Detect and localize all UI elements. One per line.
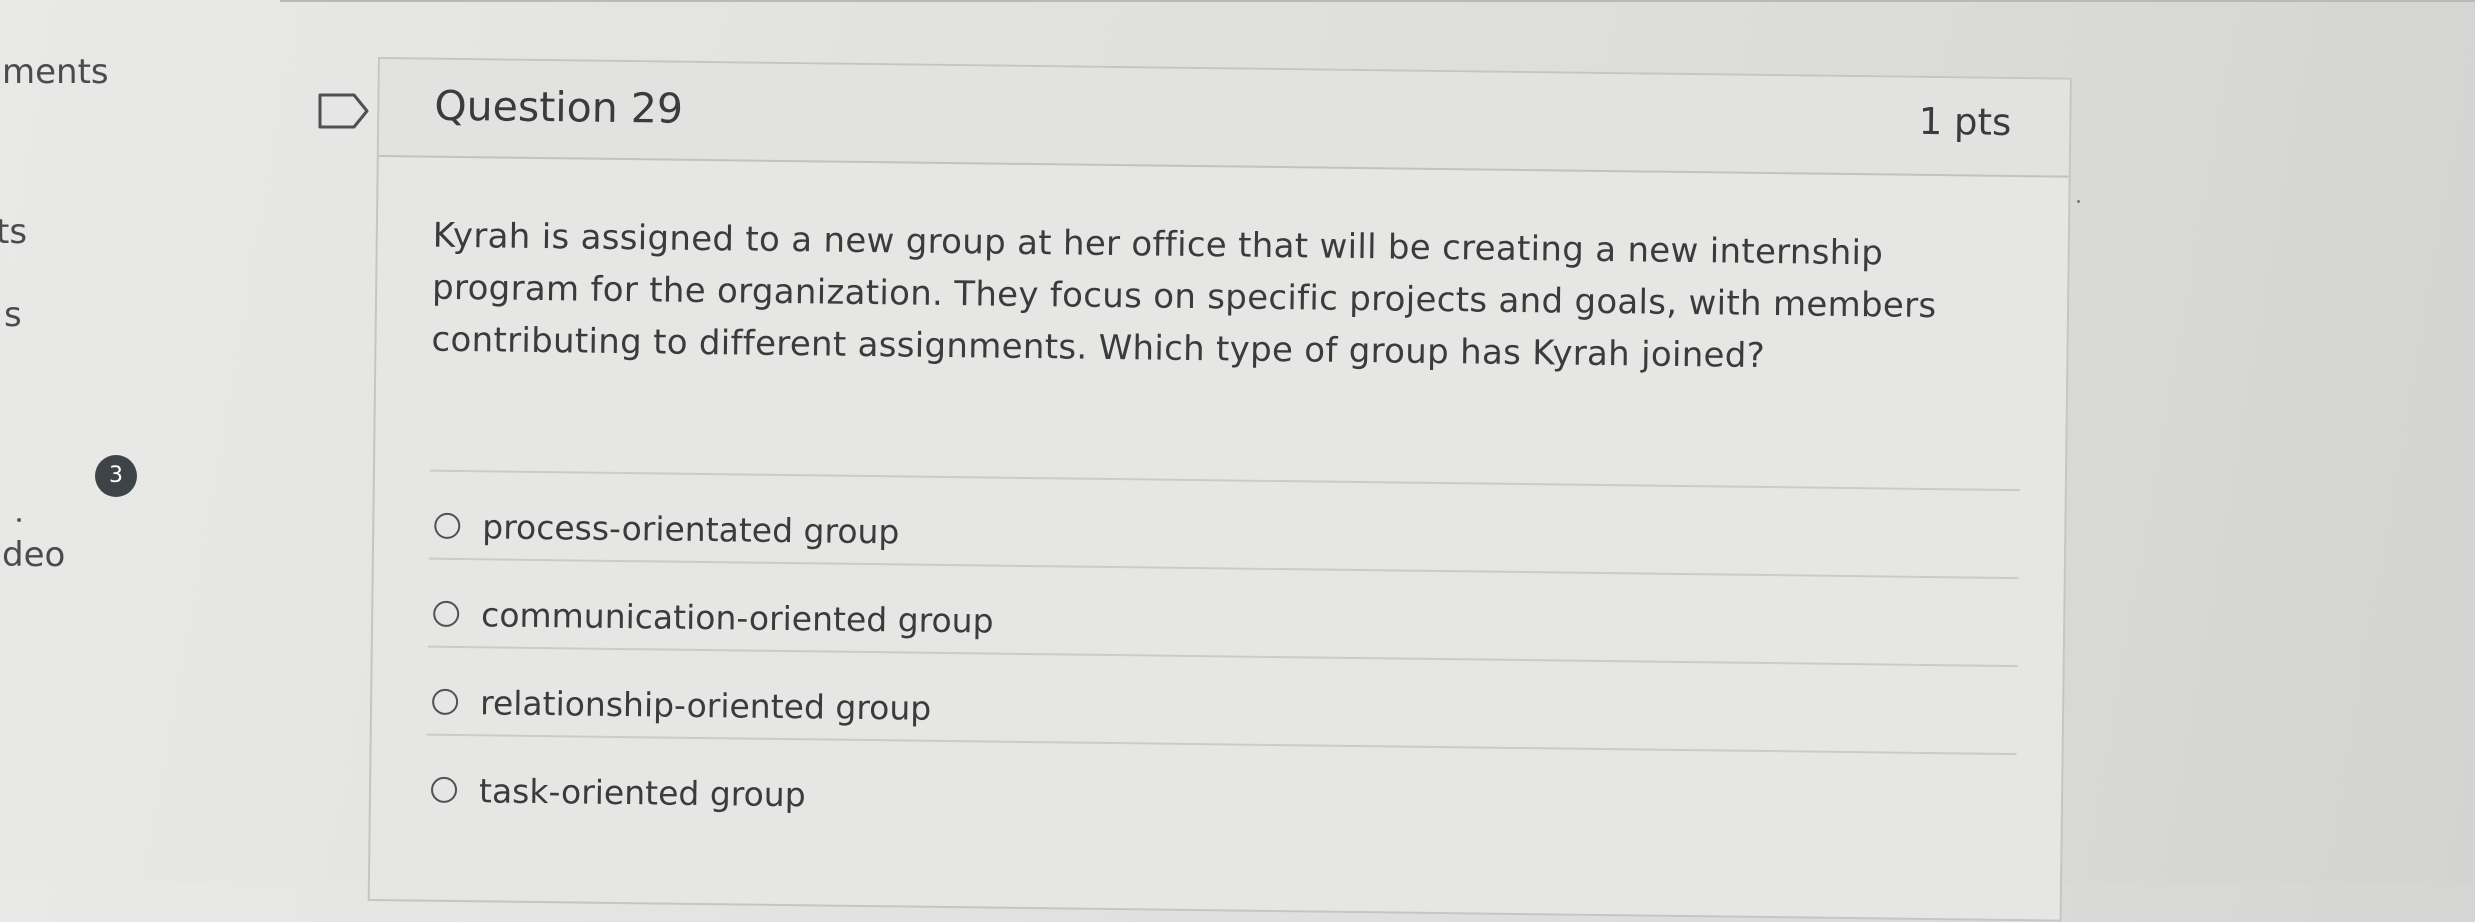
dot-mark [2077, 200, 2080, 203]
flag-icon[interactable] [318, 92, 370, 130]
question-title: Question 29 [434, 81, 684, 133]
answer-divider [426, 733, 2017, 756]
answer-divider [428, 557, 2019, 580]
radio-button-icon[interactable] [431, 688, 459, 716]
answer-option[interactable]: relationship-oriented group [431, 674, 932, 736]
answer-divider [429, 469, 2020, 492]
answer-label: task-oriented group [478, 770, 806, 814]
top-rule [280, 0, 2475, 2]
radio-button-icon[interactable] [430, 776, 458, 804]
nav-item-grades[interactable]: ts [0, 212, 27, 252]
answer-option[interactable]: process-orientated group [434, 498, 900, 560]
answer-option[interactable]: communication-oriented group [433, 586, 994, 649]
answer-label: process-orientated group [482, 506, 900, 551]
notification-count-badge: 3 [95, 455, 137, 497]
question-text: Kyrah is assigned to a new group at her … [431, 215, 1937, 376]
question-points: 1 pts [1918, 99, 2012, 144]
nav-item-pages[interactable]: s [4, 295, 22, 335]
radio-button-icon[interactable] [434, 512, 461, 540]
nav-item-video[interactable]: deo [2, 535, 65, 575]
answer-label: communication-oriented group [480, 594, 994, 641]
answer-divider [427, 645, 2018, 668]
question-card: Question 29 1 pts Kyrah is assigned to a… [367, 57, 2072, 922]
nav-item-assignments[interactable]: ments [2, 52, 109, 92]
question-header: Question 29 1 pts [378, 59, 2070, 178]
answer-label: relationship-oriented group [479, 682, 932, 728]
answer-option[interactable]: task-oriented group [430, 762, 806, 823]
nav-dot [17, 518, 21, 522]
radio-button-icon[interactable] [433, 600, 460, 628]
